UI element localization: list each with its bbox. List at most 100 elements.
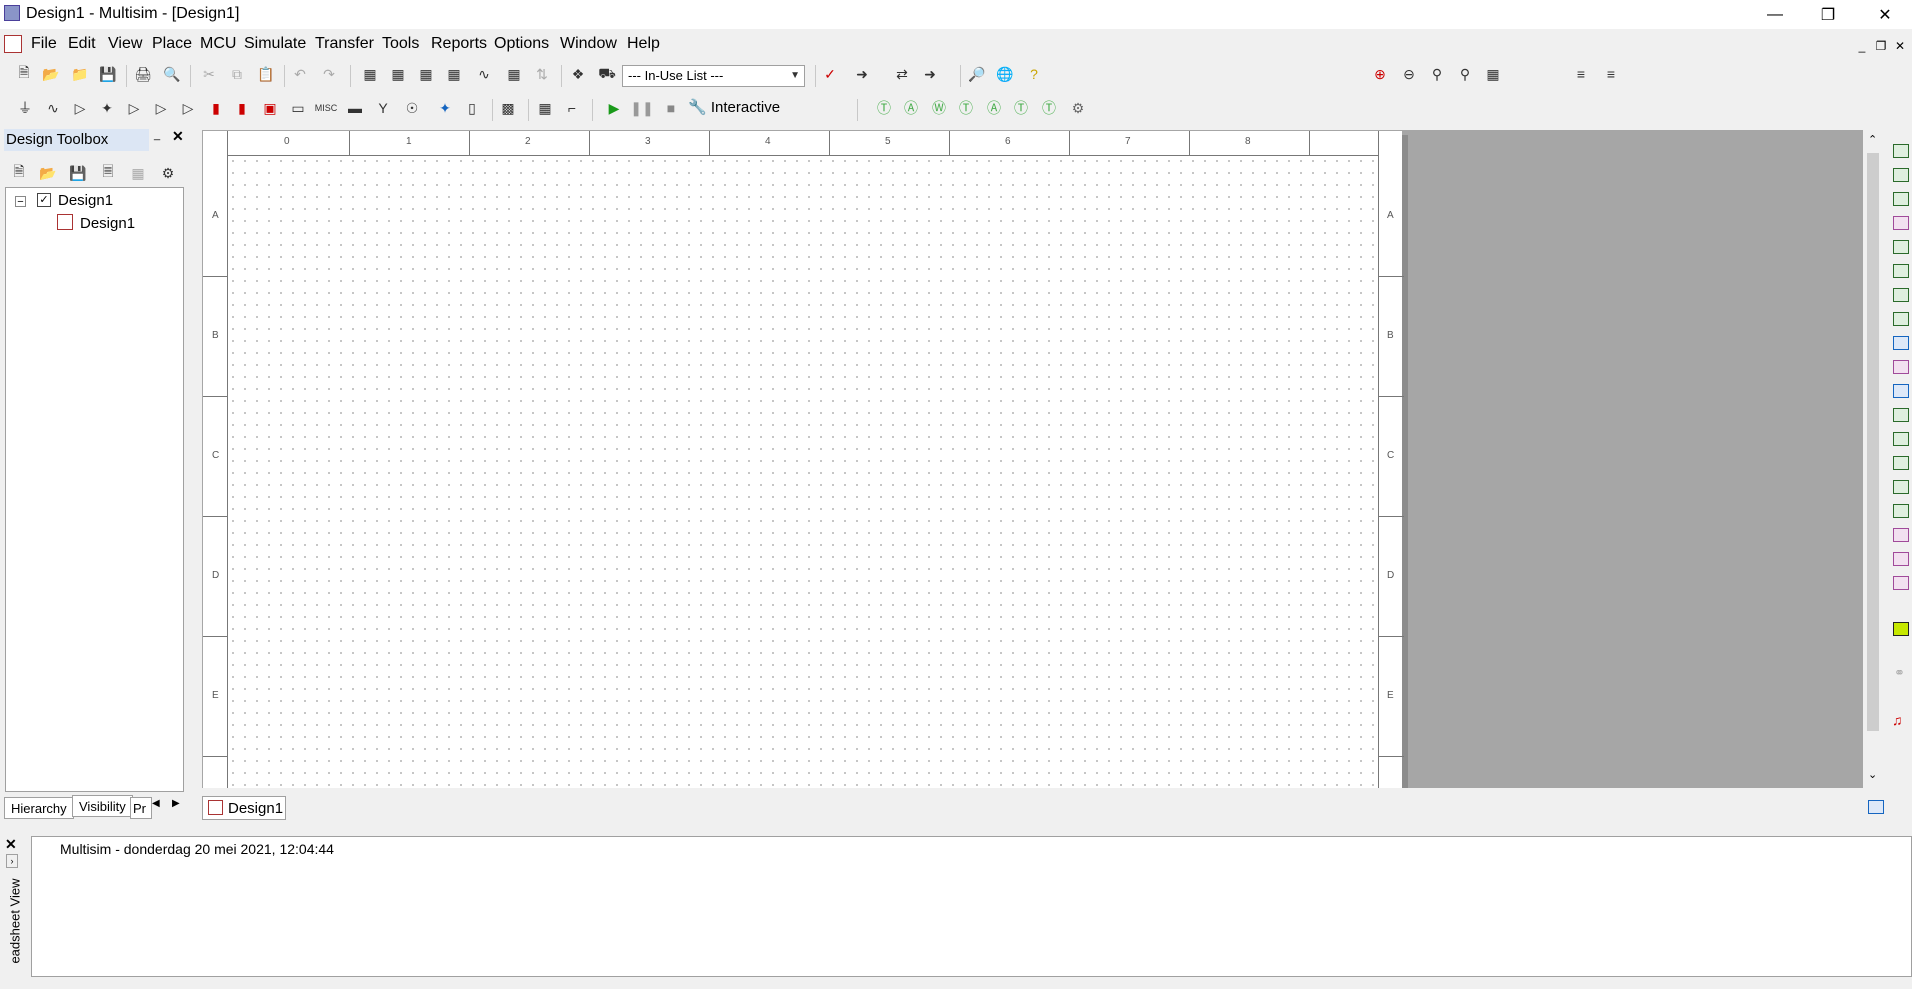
- tree-child-sheet[interactable]: Design1: [80, 215, 135, 232]
- menu-simulate[interactable]: Simulate: [241, 32, 309, 56]
- print-icon[interactable]: 🖨: [133, 64, 153, 84]
- pause-icon[interactable]: ❚❚: [630, 98, 653, 118]
- agilent-oscilloscope-icon[interactable]: [1893, 528, 1909, 542]
- function-generator-icon[interactable]: [1893, 168, 1909, 182]
- probe-differential-icon[interactable]: Ⓣ: [956, 98, 976, 118]
- ni-elvis-icon[interactable]: [1893, 622, 1909, 636]
- component-wizard-icon[interactable]: ❖: [568, 64, 588, 84]
- redo-icon[interactable]: ↷: [319, 64, 339, 84]
- place-connector-icon[interactable]: ▯: [462, 98, 482, 118]
- postprocessor-icon[interactable]: ▦: [504, 64, 524, 84]
- place-bus-icon[interactable]: ⌐: [562, 98, 582, 118]
- measurement-probe-icon[interactable]: ♫: [1892, 712, 1903, 728]
- save-icon[interactable]: 💾: [98, 64, 118, 84]
- help-icon[interactable]: ?: [1024, 64, 1044, 84]
- place-cmos-icon[interactable]: ▷: [178, 98, 198, 118]
- bus-entry-icon[interactable]: ≡: [1601, 64, 1621, 84]
- delete-sheet-icon[interactable]: ▦: [128, 163, 148, 183]
- logic-analyzer-icon[interactable]: [1893, 360, 1909, 374]
- transfer-icon[interactable]: ➜: [852, 64, 872, 84]
- toggle-database-icon[interactable]: ▦: [416, 64, 436, 84]
- close-button[interactable]: ✕: [1862, 0, 1908, 29]
- zoom-area-icon[interactable]: ⚲: [1427, 64, 1447, 84]
- scrollbar-thumb[interactable]: [1867, 153, 1879, 731]
- place-basic-icon[interactable]: ∿: [43, 98, 63, 118]
- tree-root-design[interactable]: Design1: [58, 192, 113, 209]
- menu-place[interactable]: Place: [149, 32, 195, 56]
- zoom-sheet-icon[interactable]: ⚲: [1455, 64, 1475, 84]
- tab-hierarchy[interactable]: Hierarchy: [4, 797, 74, 819]
- mdi-restore-button[interactable]: ❐: [1874, 39, 1888, 53]
- place-mcu-icon[interactable]: ▩: [498, 98, 518, 118]
- education-website-icon[interactable]: 🌐: [995, 64, 1015, 84]
- four-channel-oscilloscope-icon[interactable]: [1893, 240, 1909, 254]
- schematic-sheet[interactable]: [203, 131, 1402, 788]
- place-ni-component-icon[interactable]: ✦: [435, 98, 455, 118]
- menu-edit[interactable]: Edit: [65, 32, 99, 56]
- erc-icon[interactable]: ✓: [820, 64, 840, 84]
- place-transistor-icon[interactable]: ✦: [97, 98, 117, 118]
- close-design-icon[interactable]: 🗏: [98, 163, 118, 183]
- cut-icon[interactable]: ✂: [199, 64, 219, 84]
- menu-transfer[interactable]: Transfer: [312, 32, 377, 56]
- place-misc-digital-icon[interactable]: ▮: [206, 98, 226, 118]
- menu-mcu[interactable]: MCU: [197, 32, 239, 56]
- probe-digital-icon[interactable]: Ⓣ: [1039, 98, 1059, 118]
- zoom-full-icon[interactable]: ▦: [1483, 64, 1503, 84]
- agilent-generator-icon[interactable]: [1893, 480, 1909, 494]
- probe-voltage-current-icon[interactable]: Ⓐ: [984, 98, 1004, 118]
- place-ttl-icon[interactable]: ▷: [151, 98, 171, 118]
- vertical-scrollbar[interactable]: ⌃ ⌄: [1863, 130, 1883, 788]
- back-annotate-icon[interactable]: ⇅: [532, 64, 552, 84]
- scroll-down-icon[interactable]: ⌄: [1868, 768, 1877, 781]
- bode-plotter-icon[interactable]: [1893, 264, 1909, 278]
- current-probe-icon[interactable]: ⚭: [1894, 665, 1905, 681]
- tektronix-oscilloscope-icon[interactable]: [1893, 552, 1909, 566]
- menu-view[interactable]: View: [105, 32, 145, 56]
- menu-window[interactable]: Window: [557, 32, 620, 56]
- tab-scroll-right-icon[interactable]: ▶: [172, 798, 180, 809]
- zoom-out-icon[interactable]: ⊖: [1399, 64, 1419, 84]
- place-analog-icon[interactable]: ▷: [124, 98, 144, 118]
- mdi-minimize-button[interactable]: _: [1855, 39, 1869, 53]
- menu-options[interactable]: Options: [491, 32, 552, 56]
- menu-tools[interactable]: Tools: [379, 32, 422, 56]
- place-diode-icon[interactable]: ▷: [70, 98, 90, 118]
- minimize-button[interactable]: —: [1752, 0, 1798, 29]
- print-preview-icon[interactable]: 🔍: [162, 64, 182, 84]
- toolbox-close-button[interactable]: ✕: [172, 128, 184, 145]
- run-icon[interactable]: ▶: [604, 98, 624, 118]
- spectrum-analyzer-icon[interactable]: [1893, 432, 1909, 446]
- save-icon[interactable]: 💾: [68, 163, 88, 183]
- tab-visibility[interactable]: Visibility: [72, 795, 133, 817]
- probe-voltage-icon[interactable]: Ⓣ: [874, 98, 894, 118]
- toggle-design-toolbox-icon[interactable]: ▦: [360, 64, 380, 84]
- oscilloscope-icon[interactable]: [1893, 216, 1909, 230]
- probe-settings-icon[interactable]: ⚙: [1068, 98, 1088, 118]
- probe-current-icon[interactable]: Ⓐ: [901, 98, 921, 118]
- new-sheet-icon[interactable]: 🗎: [9, 163, 29, 183]
- word-generator-icon[interactable]: [1893, 312, 1909, 326]
- toggle-spreadsheet-icon[interactable]: ▦: [388, 64, 408, 84]
- hierarchical-block-icon[interactable]: ▦: [535, 98, 555, 118]
- open-icon[interactable]: 📂: [38, 163, 58, 183]
- wattmeter-icon[interactable]: [1893, 192, 1909, 206]
- grapher-icon[interactable]: ∿: [474, 64, 494, 84]
- place-power-icon[interactable]: ▭: [288, 98, 308, 118]
- copy-icon[interactable]: ⧉: [227, 64, 247, 84]
- find-examples-icon[interactable]: 🔎: [967, 64, 987, 84]
- open-sample-icon[interactable]: 📁: [70, 64, 90, 84]
- frequency-counter-icon[interactable]: [1893, 288, 1909, 302]
- restore-button[interactable]: ❐: [1805, 0, 1851, 29]
- place-electromechanical-icon[interactable]: ☉: [402, 98, 422, 118]
- network-analyzer-icon[interactable]: [1893, 456, 1909, 470]
- menu-reports[interactable]: Reports: [428, 32, 490, 56]
- tab-scroll-left-icon[interactable]: ◀: [152, 798, 160, 809]
- open-icon[interactable]: 📂: [41, 64, 61, 84]
- place-source-icon[interactable]: ⏚: [15, 98, 35, 118]
- labview-instrument-icon[interactable]: [1893, 576, 1909, 590]
- undo-icon[interactable]: ↶: [290, 64, 310, 84]
- interactive-button[interactable]: 🔧 Interactive: [688, 98, 780, 118]
- iv-analyzer-icon[interactable]: [1893, 384, 1909, 398]
- place-misc-icon[interactable]: MISC: [315, 98, 338, 118]
